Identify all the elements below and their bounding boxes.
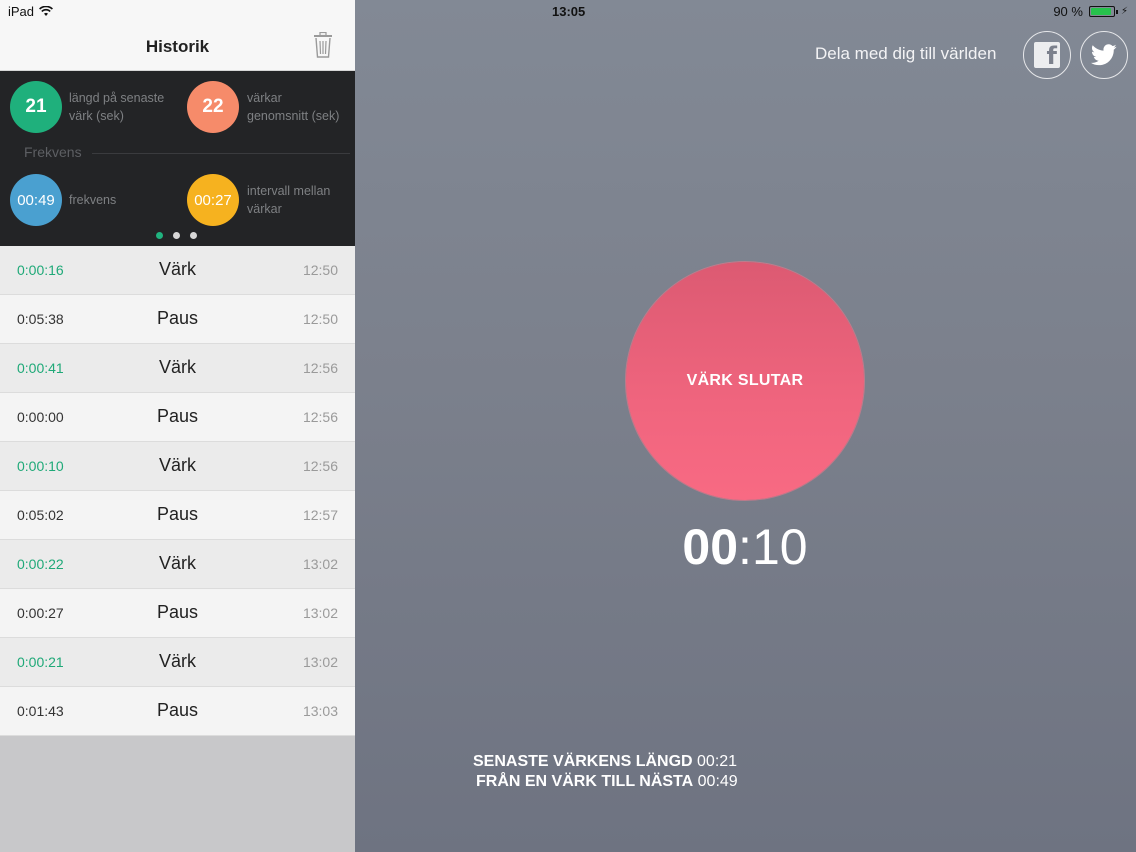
row-time: 13:02 <box>302 556 338 572</box>
timer-display: 00:10 <box>600 518 890 576</box>
row-type: Paus <box>156 504 199 524</box>
row-time: 13:02 <box>302 654 338 670</box>
interval-label-line1: intervall mellan <box>247 184 331 198</box>
table-row[interactable]: 0:05:02 Paus 12:57 <box>0 491 355 540</box>
last-length-summary-label: SENASTE VÄRKENS LÄNGD <box>473 753 693 770</box>
share-text: Dela med dig till världen <box>815 44 997 63</box>
page-dot[interactable] <box>190 232 197 239</box>
row-time: 12:50 <box>302 311 338 327</box>
battery-icon <box>1088 6 1118 17</box>
row-time: 12:56 <box>302 458 338 474</box>
interval-summary-value: 00:49 <box>697 773 738 790</box>
table-row[interactable]: 0:01:43 Paus 13:03 <box>0 687 355 736</box>
last-length-summary: SENASTE VÄRKENS LÄNGD 00:21 <box>473 753 737 771</box>
average-label-line2: genomsnitt (sek) <box>247 109 340 123</box>
row-time: 13:02 <box>302 605 338 621</box>
twitter-share-button[interactable] <box>1080 31 1128 79</box>
row-type: Paus <box>156 308 199 328</box>
last-length-label-line2: värk (sek) <box>69 109 124 123</box>
frequency-section-label: Frekvens <box>24 144 82 160</box>
row-time: 12:57 <box>302 507 338 523</box>
row-type: Paus <box>156 406 199 426</box>
row-time: 12:50 <box>302 262 338 278</box>
history-sidebar: Historik 21 längd på senaste värk (sek) … <box>0 0 355 852</box>
row-type: Värk <box>158 651 196 671</box>
page-dot[interactable] <box>156 232 163 239</box>
history-list[interactable]: 0:00:16 Värk 12:50 0:05:38 Paus 12:50 0:… <box>0 246 355 736</box>
row-type: Värk <box>158 455 196 475</box>
status-time: 13:05 <box>552 4 586 19</box>
twitter-icon <box>1091 44 1117 66</box>
interval-label-line2: värkar <box>247 202 282 216</box>
table-row[interactable]: 0:05:38 Paus 12:50 <box>0 295 355 344</box>
average-label-line1: värkar <box>247 91 282 105</box>
table-row[interactable]: 0:00:00 Paus 12:56 <box>0 393 355 442</box>
row-time: 12:56 <box>302 360 338 376</box>
last-length-summary-value: 00:21 <box>697 753 738 770</box>
timer-separator: : <box>738 519 752 575</box>
row-type: Paus <box>156 602 199 622</box>
row-type: Värk <box>158 357 196 377</box>
trash-icon[interactable] <box>313 32 333 58</box>
row-type: Värk <box>158 553 196 573</box>
table-row[interactable]: 0:00:27 Paus 13:02 <box>0 589 355 638</box>
table-row[interactable]: 0:00:41 Värk 12:56 <box>0 344 355 393</box>
battery-percent: 90 % <box>1053 4 1083 19</box>
interval-label: intervall mellan värkar <box>247 182 330 218</box>
frequency-label: frekvens <box>69 193 117 207</box>
table-row[interactable]: 0:00:22 Värk 13:02 <box>0 540 355 589</box>
timer-minutes: 00 <box>682 519 739 575</box>
table-row[interactable]: 0:00:21 Värk 13:02 <box>0 638 355 687</box>
interval-summary: FRÅN EN VÄRK TILL NÄSTA 00:49 <box>476 773 738 791</box>
last-length-label: längd på senaste värk (sek) <box>69 89 164 125</box>
stats-panel[interactable]: 21 längd på senaste värk (sek) 22 värkar… <box>0 71 355 246</box>
wifi-icon <box>39 6 53 16</box>
section-divider <box>92 153 350 154</box>
timer-seconds: 10 <box>751 519 808 575</box>
contraction-end-button[interactable]: VÄRK SLUTAR <box>626 262 864 500</box>
status-bar-right: 90 % ⚡ <box>1053 4 1128 19</box>
average-label: värkar genomsnitt (sek) <box>247 89 339 125</box>
page-dot[interactable] <box>173 232 180 239</box>
history-header: Historik <box>0 0 355 71</box>
page-indicator[interactable] <box>156 232 197 239</box>
row-type: Paus <box>156 700 199 720</box>
table-row[interactable]: 0:00:16 Värk 12:50 <box>0 246 355 295</box>
last-length-label-line1: längd på senaste <box>69 91 165 105</box>
last-length-badge: 21 <box>10 81 62 133</box>
status-bar-left: iPad <box>8 4 53 19</box>
average-badge: 22 <box>187 81 239 133</box>
device-name: iPad <box>8 4 35 19</box>
interval-summary-label: FRÅN EN VÄRK TILL NÄSTA <box>476 773 694 790</box>
table-row[interactable]: 0:00:10 Värk 12:56 <box>0 442 355 491</box>
frequency-badge: 00:49 <box>10 174 62 226</box>
interval-badge: 00:27 <box>187 174 239 226</box>
facebook-share-button[interactable]: f <box>1023 31 1071 79</box>
row-type: Värk <box>158 259 196 279</box>
charging-icon: ⚡ <box>1120 6 1128 17</box>
row-time: 13:03 <box>302 703 338 719</box>
page-title: Historik <box>145 37 210 56</box>
row-time: 12:56 <box>302 409 338 425</box>
facebook-icon: f <box>1034 42 1060 70</box>
